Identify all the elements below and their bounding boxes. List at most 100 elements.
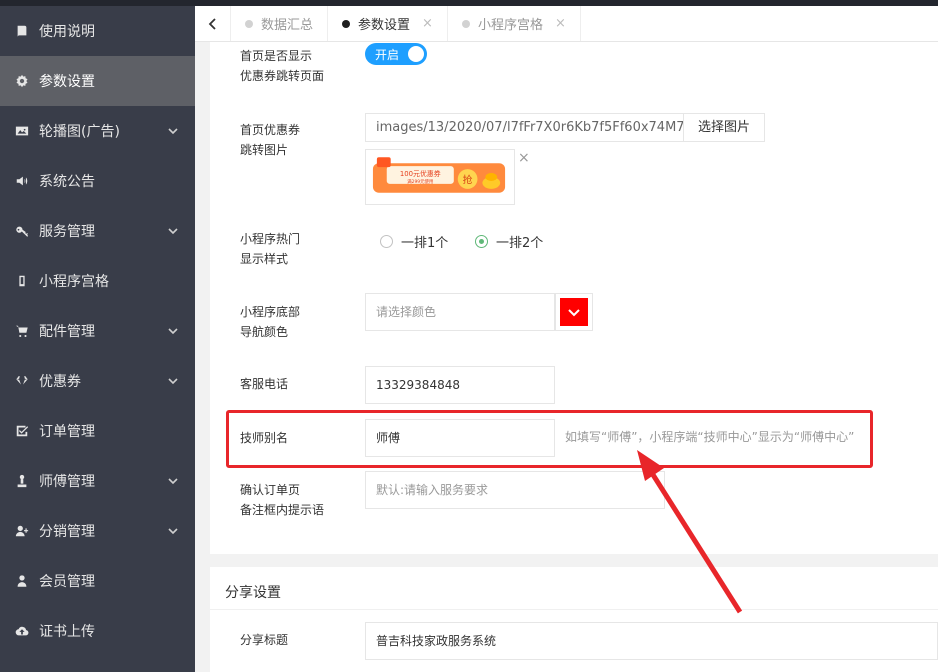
banner-badge: 抢 (463, 173, 473, 186)
divider (210, 609, 938, 610)
chevron-down-icon (167, 325, 179, 337)
chevron-down-icon (167, 475, 179, 487)
section-title: 分享设置 (225, 585, 281, 601)
label-line: 小程序热门 (240, 232, 301, 246)
banner-text: 100元优惠券 (400, 169, 441, 178)
sidebar-item-members[interactable]: 会员管理 (0, 556, 195, 606)
tab-settings[interactable]: 参数设置 × (328, 6, 448, 41)
phone-label: 客服电话 (240, 377, 289, 391)
radio-circle (380, 235, 393, 248)
label-line: 小程序底部 (240, 305, 301, 319)
share-settings-card: 分享设置 分享标题 普吉科技家政服务系统 (210, 567, 938, 672)
phone-input[interactable]: 13329384848 (365, 366, 555, 404)
radio-two-per-row[interactable]: 一排2个 (475, 232, 543, 251)
tab-dot-icon (461, 19, 470, 28)
chevron-down-icon (167, 125, 179, 137)
key-icon (14, 223, 30, 239)
label-line: 显示样式 (240, 252, 289, 266)
radio-circle (475, 235, 488, 248)
chevron-down-icon (167, 525, 179, 537)
coupon-banner-image: 100元优惠券 满299元使用 抢 (369, 153, 511, 201)
share-title-label: 分享标题 (240, 633, 289, 647)
radio-label: 一排2个 (496, 236, 544, 251)
mobile-icon (14, 273, 30, 289)
sidebar-item-masters[interactable]: 师傅管理 (0, 456, 195, 506)
sidebar-item-label: 服务管理 (39, 224, 95, 240)
tab-scroll-left-button[interactable] (195, 6, 231, 41)
checkbox-icon (14, 423, 30, 439)
color-swatch (560, 298, 588, 326)
sidebar-item-label: 订单管理 (39, 424, 95, 440)
sidebar-item-certificate[interactable]: 证书上传 (0, 606, 195, 656)
close-icon[interactable]: × (422, 16, 433, 31)
user-icon (14, 573, 30, 589)
label-line: 首页是否显示 (240, 49, 313, 63)
sidebar-item-label: 系统公告 (39, 174, 95, 190)
switch-text: 开启 (375, 47, 400, 62)
settings-card: 首页是否显示 优惠券跳转页面 开启 首页优惠券 跳转图片 images/13/2… (210, 42, 938, 554)
tab-label: 参数设置 (358, 18, 411, 33)
label-line: 优惠券跳转页面 (240, 69, 325, 83)
image-path-input[interactable]: images/13/2020/07/l7fFr7X0r6Kb7f5Ff60x74… (365, 113, 684, 142)
sidebar-item-label: 分销管理 (39, 524, 95, 540)
sidebar-item-announcement[interactable]: 系统公告 (0, 156, 195, 206)
label-line: 确认订单页 (240, 483, 301, 497)
sidebar-item-label: 参数设置 (39, 74, 95, 90)
label-line: 导航颜色 (240, 325, 289, 339)
close-icon[interactable]: × (555, 16, 566, 31)
color-picker-button[interactable] (555, 293, 593, 331)
switch-knob (408, 46, 424, 62)
main-content: 首页是否显示 优惠券跳转页面 开启 首页优惠券 跳转图片 images/13/2… (195, 42, 938, 672)
sidebar-item-label: 优惠券 (39, 374, 81, 390)
sidebar-item-banner[interactable]: 轮播图(广告) (0, 106, 195, 156)
radio-label: 一排1个 (401, 236, 449, 251)
chevron-down-icon (568, 309, 580, 317)
diamond-icon (14, 373, 30, 389)
sidebar-item-settings[interactable]: 参数设置 (0, 56, 195, 106)
coupon-image-preview: 100元优惠券 满299元使用 抢 (365, 149, 515, 205)
label-line: 跳转图片 (240, 143, 289, 157)
tab-dashboard[interactable]: 数据汇总 (231, 6, 329, 41)
sidebar-item-grid[interactable]: 小程序宫格 (0, 256, 195, 306)
remove-image-button[interactable]: × (518, 150, 530, 166)
coupon-jump-switch[interactable]: 开启 (365, 43, 427, 65)
hot-style-label: 小程序热门 显示样式 (240, 229, 350, 269)
nav-color-label: 小程序底部 导航颜色 (240, 302, 350, 342)
cart-icon (14, 323, 30, 339)
sidebar-item-label: 配件管理 (39, 324, 95, 340)
tab-grid[interactable]: 小程序宫格 × (448, 6, 581, 41)
banner-subtext: 满299元使用 (407, 178, 433, 185)
sidebar-item-label: 会员管理 (39, 574, 95, 590)
highlight-box (226, 410, 873, 468)
coupon-jump-label: 首页是否显示 优惠券跳转页面 (240, 46, 350, 86)
label-line: 首页优惠券 (240, 123, 301, 137)
sidebar: 使用说明 参数设置 轮播图(广告) 系统公告 服务管理 小程序宫格 配件管理 优… (0, 6, 195, 672)
tab-label: 小程序宫格 (477, 18, 543, 33)
chevron-left-icon (208, 17, 216, 30)
sidebar-item-distribution[interactable]: 分销管理 (0, 506, 195, 556)
label-line: 备注框内提示语 (240, 503, 325, 517)
nav-color-input[interactable]: 请选择颜色 (365, 293, 555, 331)
remark-input[interactable]: 默认:请输入服务要求 (365, 471, 665, 509)
sidebar-item-label: 证书上传 (39, 624, 95, 640)
tab-dot-icon (245, 19, 253, 28)
cloud-upload-icon (14, 623, 30, 639)
tab-label: 数据汇总 (261, 18, 314, 33)
sidebar-item-orders[interactable]: 订单管理 (0, 406, 195, 456)
sidebar-item-parts[interactable]: 配件管理 (0, 306, 195, 356)
radio-one-per-row[interactable]: 一排1个 (380, 232, 448, 251)
tab-bar: 数据汇总 参数设置 × 小程序宫格 × (195, 6, 938, 42)
sidebar-item-instructions[interactable]: 使用说明 (0, 6, 195, 56)
image-icon (14, 123, 30, 139)
select-image-button[interactable]: 选择图片 (683, 113, 765, 142)
share-title-input[interactable]: 普吉科技家政服务系统 (365, 622, 938, 660)
sidebar-item-coupon[interactable]: 优惠券 (0, 356, 195, 406)
sidebar-item-label: 小程序宫格 (39, 274, 109, 290)
sidebar-item-label: 轮播图(广告) (39, 124, 120, 140)
tab-dot-icon (342, 19, 351, 28)
chevron-down-icon (167, 225, 179, 237)
worker-icon (14, 473, 30, 489)
sidebar-item-service[interactable]: 服务管理 (0, 206, 195, 256)
sidebar-item-label: 使用说明 (39, 24, 95, 40)
chevron-down-icon (167, 375, 179, 387)
